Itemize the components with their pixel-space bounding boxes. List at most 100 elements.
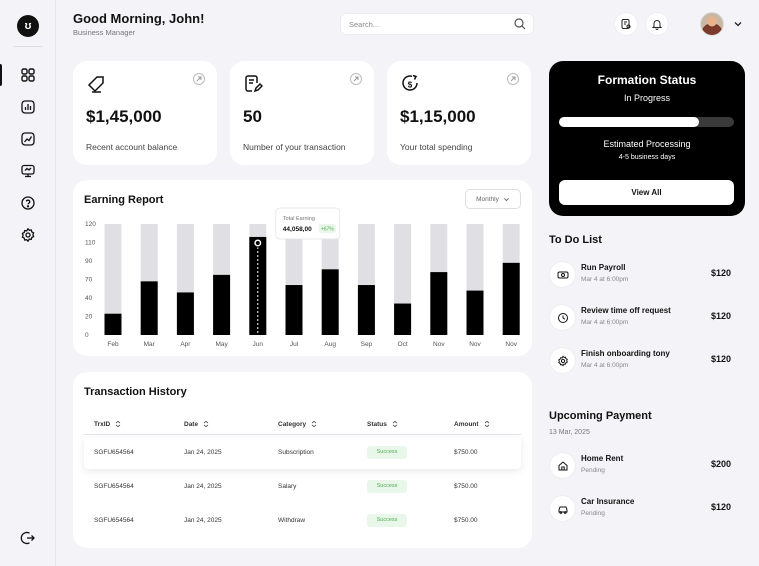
payment-item-amount: $200 bbox=[710, 459, 731, 469]
active-indicator bbox=[0, 64, 2, 86]
earning-chart: 0 20 40 70 90 110 120 Feb Mar Apr May Jun Jul Aug Sep O… bbox=[85, 207, 520, 348]
cell-category: Salary bbox=[278, 483, 297, 490]
sidebar-item-reports[interactable] bbox=[18, 97, 38, 117]
bar bbox=[321, 269, 339, 335]
clock-icon bbox=[549, 304, 576, 331]
column-label: Amount bbox=[454, 420, 479, 428]
bar bbox=[357, 285, 375, 335]
stat-card-transactions[interactable]: 50 Number of your transaction bbox=[230, 61, 374, 165]
sidebar-item-dashboard[interactable] bbox=[18, 65, 38, 85]
logout-icon bbox=[20, 531, 35, 545]
formation-title: Formation Status bbox=[597, 73, 697, 87]
todo-item[interactable]: Run Payroll Mar 4 at 6:00pm $120 bbox=[549, 257, 745, 293]
arrow-icon[interactable] bbox=[507, 73, 519, 85]
search-input[interactable] bbox=[349, 17, 509, 32]
cell-amount: $750.00 bbox=[454, 449, 478, 456]
greeting-title: Good Morning, John! bbox=[73, 11, 205, 26]
column-label: TrxID bbox=[94, 420, 111, 428]
bar bbox=[394, 303, 412, 335]
y-tick-label: 120 bbox=[85, 221, 96, 228]
document-edit-icon bbox=[245, 75, 263, 93]
highlight-marker-dot bbox=[255, 240, 260, 245]
transaction-history-title: Transaction History bbox=[84, 386, 187, 398]
sort-icon bbox=[392, 420, 398, 428]
column-label: Status bbox=[367, 420, 387, 428]
user-role: Business Manager bbox=[73, 28, 136, 37]
column-header-category[interactable]: Category bbox=[278, 420, 318, 428]
car-icon bbox=[549, 495, 576, 522]
sort-icon bbox=[115, 420, 121, 428]
column-header-amount[interactable]: Amount bbox=[454, 420, 491, 428]
bar bbox=[285, 285, 303, 335]
tooltip-box bbox=[275, 207, 341, 240]
documents-button[interactable] bbox=[614, 12, 638, 36]
transaction-history-card: Transaction History TrxID Date Category … bbox=[73, 372, 532, 548]
todo-item-time: Mar 4 at 6:00pm bbox=[581, 362, 629, 369]
trend-chart-icon bbox=[21, 132, 35, 146]
stat-value: 50 bbox=[243, 107, 262, 126]
notifications-button[interactable] bbox=[645, 12, 669, 36]
stat-card-spending[interactable]: $ $1,15,000 Your total spending bbox=[387, 61, 531, 165]
x-tick-label: Oct bbox=[398, 341, 408, 348]
column-label: Date bbox=[184, 420, 199, 428]
sidebar-item-help[interactable] bbox=[18, 193, 38, 213]
sidebar-item-analytics[interactable] bbox=[18, 129, 38, 149]
y-tick-label: 90 bbox=[85, 258, 93, 265]
table-row[interactable]: SGFU654564 Jan 24, 2025 Withdraw Success… bbox=[84, 505, 521, 537]
payment-item[interactable]: Home Rent Pending $200 bbox=[549, 448, 745, 484]
payment-item-amount: $120 bbox=[710, 502, 731, 512]
progress-bar bbox=[559, 117, 734, 127]
cell-date: Jan 24, 2025 bbox=[184, 449, 222, 456]
sort-icon bbox=[203, 420, 209, 428]
column-header-status[interactable]: Status bbox=[367, 420, 399, 428]
todo-title: To Do List bbox=[549, 234, 602, 246]
stat-card-balance[interactable]: $1,45,000 Recent account balance bbox=[73, 61, 217, 165]
chevron-down-icon[interactable] bbox=[733, 19, 743, 29]
bar bbox=[176, 292, 194, 335]
todo-item[interactable]: Review time off request Mar 4 at 6:00pm … bbox=[549, 300, 745, 336]
dollar-cycle-icon: $ bbox=[402, 74, 418, 91]
help-icon bbox=[21, 196, 35, 210]
todo-item[interactable]: Finish onboarding tony Mar 4 at 6:00pm $… bbox=[549, 343, 745, 379]
bar bbox=[502, 262, 520, 335]
payment-item[interactable]: Car Insurance Pending $120 bbox=[549, 491, 745, 527]
column-header-trxid[interactable]: TrxID bbox=[94, 420, 122, 428]
logo-divider bbox=[14, 46, 42, 47]
stat-label: Recent account balance bbox=[86, 142, 178, 152]
payment-item-status: Pending bbox=[581, 510, 605, 517]
y-tick-label: 70 bbox=[85, 277, 93, 284]
x-tick-label: Nov bbox=[505, 341, 517, 348]
money-icon bbox=[549, 261, 576, 288]
status-badge: Success bbox=[367, 446, 407, 459]
payment-item-title: Home Rent bbox=[581, 454, 624, 463]
x-tick-label: Mar bbox=[144, 341, 156, 348]
bell-icon bbox=[651, 20, 663, 30]
document-icon bbox=[621, 19, 631, 29]
todo-item-amount: $120 bbox=[710, 354, 731, 364]
settings-icon bbox=[21, 227, 35, 243]
y-tick-label: 20 bbox=[85, 314, 93, 321]
table-row[interactable]: SGFU654564 Jan 24, 2025 Subscription Suc… bbox=[84, 437, 521, 469]
brand-logo[interactable]: ʊ bbox=[17, 15, 39, 37]
view-all-button[interactable]: View All bbox=[559, 180, 734, 205]
arrow-icon[interactable] bbox=[350, 73, 362, 85]
arrow-icon[interactable] bbox=[193, 73, 205, 85]
column-header-date[interactable]: Date bbox=[184, 420, 210, 428]
x-tick-label: Jun bbox=[253, 341, 264, 348]
x-tick-label: Sep bbox=[361, 341, 373, 348]
table-row[interactable]: SGFU654564 Jan 24, 2025 Salary Success $… bbox=[84, 471, 521, 503]
cell-trxid: SGFU654564 bbox=[94, 449, 134, 456]
search-icon[interactable] bbox=[513, 17, 527, 31]
home-icon bbox=[549, 452, 576, 479]
upcoming-date: 13 Mar, 2025 bbox=[549, 429, 590, 436]
x-tick-label: Apr bbox=[180, 341, 191, 348]
tooltip-change: +67% bbox=[321, 227, 334, 233]
sidebar-item-monitor[interactable] bbox=[18, 161, 38, 181]
status-badge: Success bbox=[367, 514, 407, 527]
logout-button[interactable] bbox=[18, 528, 38, 548]
avatar[interactable] bbox=[700, 12, 724, 36]
cell-date: Jan 24, 2025 bbox=[184, 517, 222, 524]
stat-label: Number of your transaction bbox=[243, 142, 346, 152]
cell-trxid: SGFU654564 bbox=[94, 517, 134, 524]
sidebar-item-settings[interactable] bbox=[18, 225, 38, 245]
